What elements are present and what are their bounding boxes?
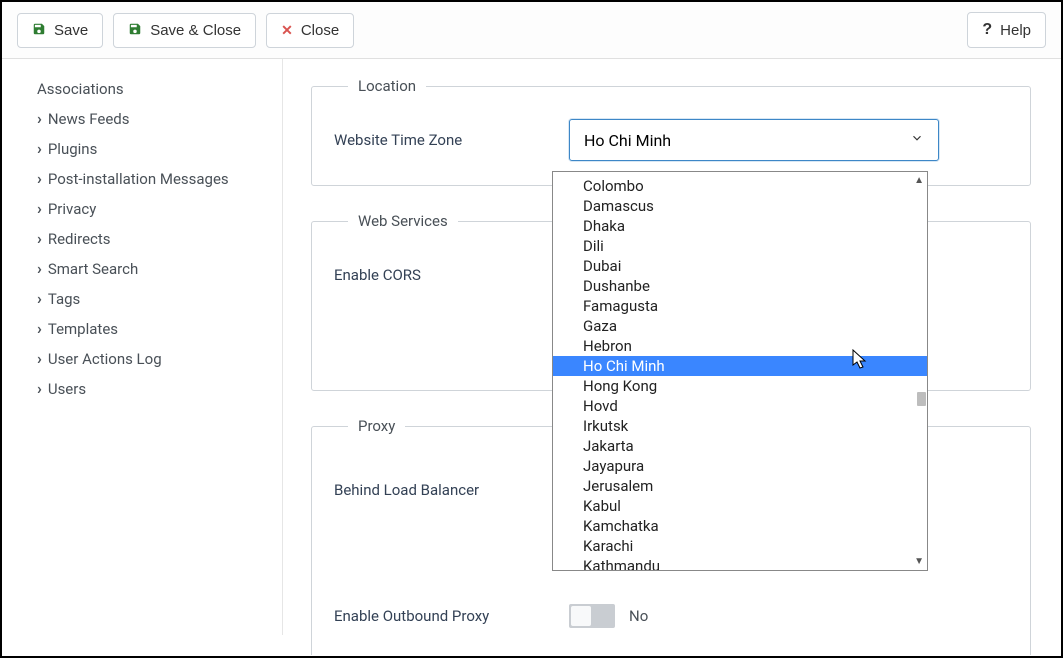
label-enable-outbound-proxy: Enable Outbound Proxy: [334, 607, 569, 625]
timezone-select[interactable]: Ho Chi Minh: [569, 119, 939, 161]
timezone-option[interactable]: Irkutsk: [553, 416, 927, 436]
timezone-option[interactable]: Damascus: [553, 196, 927, 216]
legend-location: Location: [348, 77, 426, 95]
sidebar-item-post-installation-messages[interactable]: › Post-installation Messages: [37, 164, 262, 194]
sidebar-item-label: Associations: [37, 80, 124, 98]
sidebar-item-smart-search[interactable]: › Smart Search: [37, 254, 262, 284]
sidebar-item-label: Redirects: [48, 230, 111, 248]
chevron-right-icon: ›: [37, 291, 42, 307]
sidebar-item-user-actions-log[interactable]: › User Actions Log: [37, 344, 262, 374]
timezone-option[interactable]: Kabul: [553, 496, 927, 516]
timezone-option[interactable]: Dhaka: [553, 216, 927, 236]
timezone-value: Ho Chi Minh: [584, 131, 671, 150]
sidebar-item-privacy[interactable]: › Privacy: [37, 194, 262, 224]
timezone-option[interactable]: Karachi: [553, 536, 927, 556]
timezone-option[interactable]: Ho Chi Minh: [553, 356, 927, 376]
timezone-option[interactable]: Jakarta: [553, 436, 927, 456]
sidebar-item-users[interactable]: › Users: [37, 374, 262, 404]
timezone-option[interactable]: Kamchatka: [553, 516, 927, 536]
outbound-proxy-toggle[interactable]: [569, 604, 615, 628]
fieldset-location: Location Website Time Zone Ho Chi Minh: [311, 77, 1031, 186]
help-button[interactable]: ? Help: [967, 12, 1046, 48]
save-button[interactable]: Save: [17, 13, 103, 48]
sidebar-item-label: Post-installation Messages: [48, 170, 229, 188]
timezone-option[interactable]: Dubai: [553, 256, 927, 276]
close-label: Close: [301, 22, 339, 39]
chevron-right-icon: ›: [37, 141, 42, 157]
save-icon: [32, 22, 46, 39]
timezone-option[interactable]: Jayapura: [553, 456, 927, 476]
label-behind-load-balancer: Behind Load Balancer: [334, 481, 569, 499]
chevron-right-icon: ›: [37, 261, 42, 277]
chevron-right-icon: ›: [37, 351, 42, 367]
toolbar: Save Save & Close ✕ Close ? Help: [2, 2, 1061, 59]
sidebar-item-label: Smart Search: [48, 260, 138, 278]
timezone-option[interactable]: Gaza: [553, 316, 927, 336]
timezone-option[interactable]: Dushanbe: [553, 276, 927, 296]
chevron-right-icon: ›: [37, 321, 42, 337]
sidebar-item-label: User Actions Log: [48, 350, 162, 368]
sidebar-item-news-feeds[interactable]: › News Feeds: [37, 104, 262, 134]
scrollbar-thumb[interactable]: [917, 392, 926, 406]
timezone-option[interactable]: Kathmandu: [553, 556, 927, 570]
sidebar: Associations › News Feeds › Plugins › Post-ins…: [2, 59, 282, 655]
outbound-proxy-value: No: [629, 607, 648, 625]
sidebar-item-tags[interactable]: › Tags: [37, 284, 262, 314]
sidebar-item-label: Privacy: [48, 200, 96, 218]
label-enable-cors: Enable CORS: [334, 266, 569, 284]
chevron-right-icon: ›: [37, 171, 42, 187]
timezone-option[interactable]: Dili: [553, 236, 927, 256]
save-label: Save: [54, 22, 88, 39]
save-close-label: Save & Close: [150, 22, 241, 39]
timezone-option[interactable]: Jerusalem: [553, 476, 927, 496]
sidebar-item-label: Templates: [48, 320, 118, 338]
sidebar-item-label: Plugins: [48, 140, 97, 158]
help-label: Help: [1000, 22, 1031, 39]
timezone-option[interactable]: Famagusta: [553, 296, 927, 316]
sidebar-item-templates[interactable]: › Templates: [37, 314, 262, 344]
timezone-option[interactable]: Hebron: [553, 336, 927, 356]
timezone-option[interactable]: Hong Kong: [553, 376, 927, 396]
sidebar-item-plugins[interactable]: › Plugins: [37, 134, 262, 164]
timezone-option[interactable]: Colombo: [553, 176, 927, 196]
scroll-down-icon[interactable]: ▼: [914, 556, 924, 567]
help-icon: ?: [982, 21, 992, 39]
sidebar-item-redirects[interactable]: › Redirects: [37, 224, 262, 254]
close-button[interactable]: ✕ Close: [266, 13, 354, 48]
sidebar-item-associations[interactable]: Associations: [37, 74, 262, 104]
sidebar-item-label: Users: [48, 380, 86, 398]
legend-proxy: Proxy: [348, 417, 405, 435]
timezone-option[interactable]: Hovd: [553, 396, 927, 416]
chevron-down-icon: [910, 131, 924, 149]
sidebar-item-label: News Feeds: [48, 110, 130, 128]
chevron-right-icon: ›: [37, 111, 42, 127]
close-icon: ✕: [281, 22, 293, 39]
scroll-up-icon[interactable]: ▲: [914, 175, 924, 186]
timezone-dropdown[interactable]: ▲ ▼ ColomboDamascusDhakaDiliDubaiDushanb…: [552, 171, 928, 571]
legend-web-services: Web Services: [348, 212, 458, 230]
chevron-right-icon: ›: [37, 231, 42, 247]
chevron-right-icon: ›: [37, 201, 42, 217]
label-website-timezone: Website Time Zone: [334, 131, 569, 149]
save-close-button[interactable]: Save & Close: [113, 13, 256, 48]
save-icon: [128, 22, 142, 39]
sidebar-item-label: Tags: [48, 290, 80, 308]
chevron-right-icon: ›: [37, 381, 42, 397]
